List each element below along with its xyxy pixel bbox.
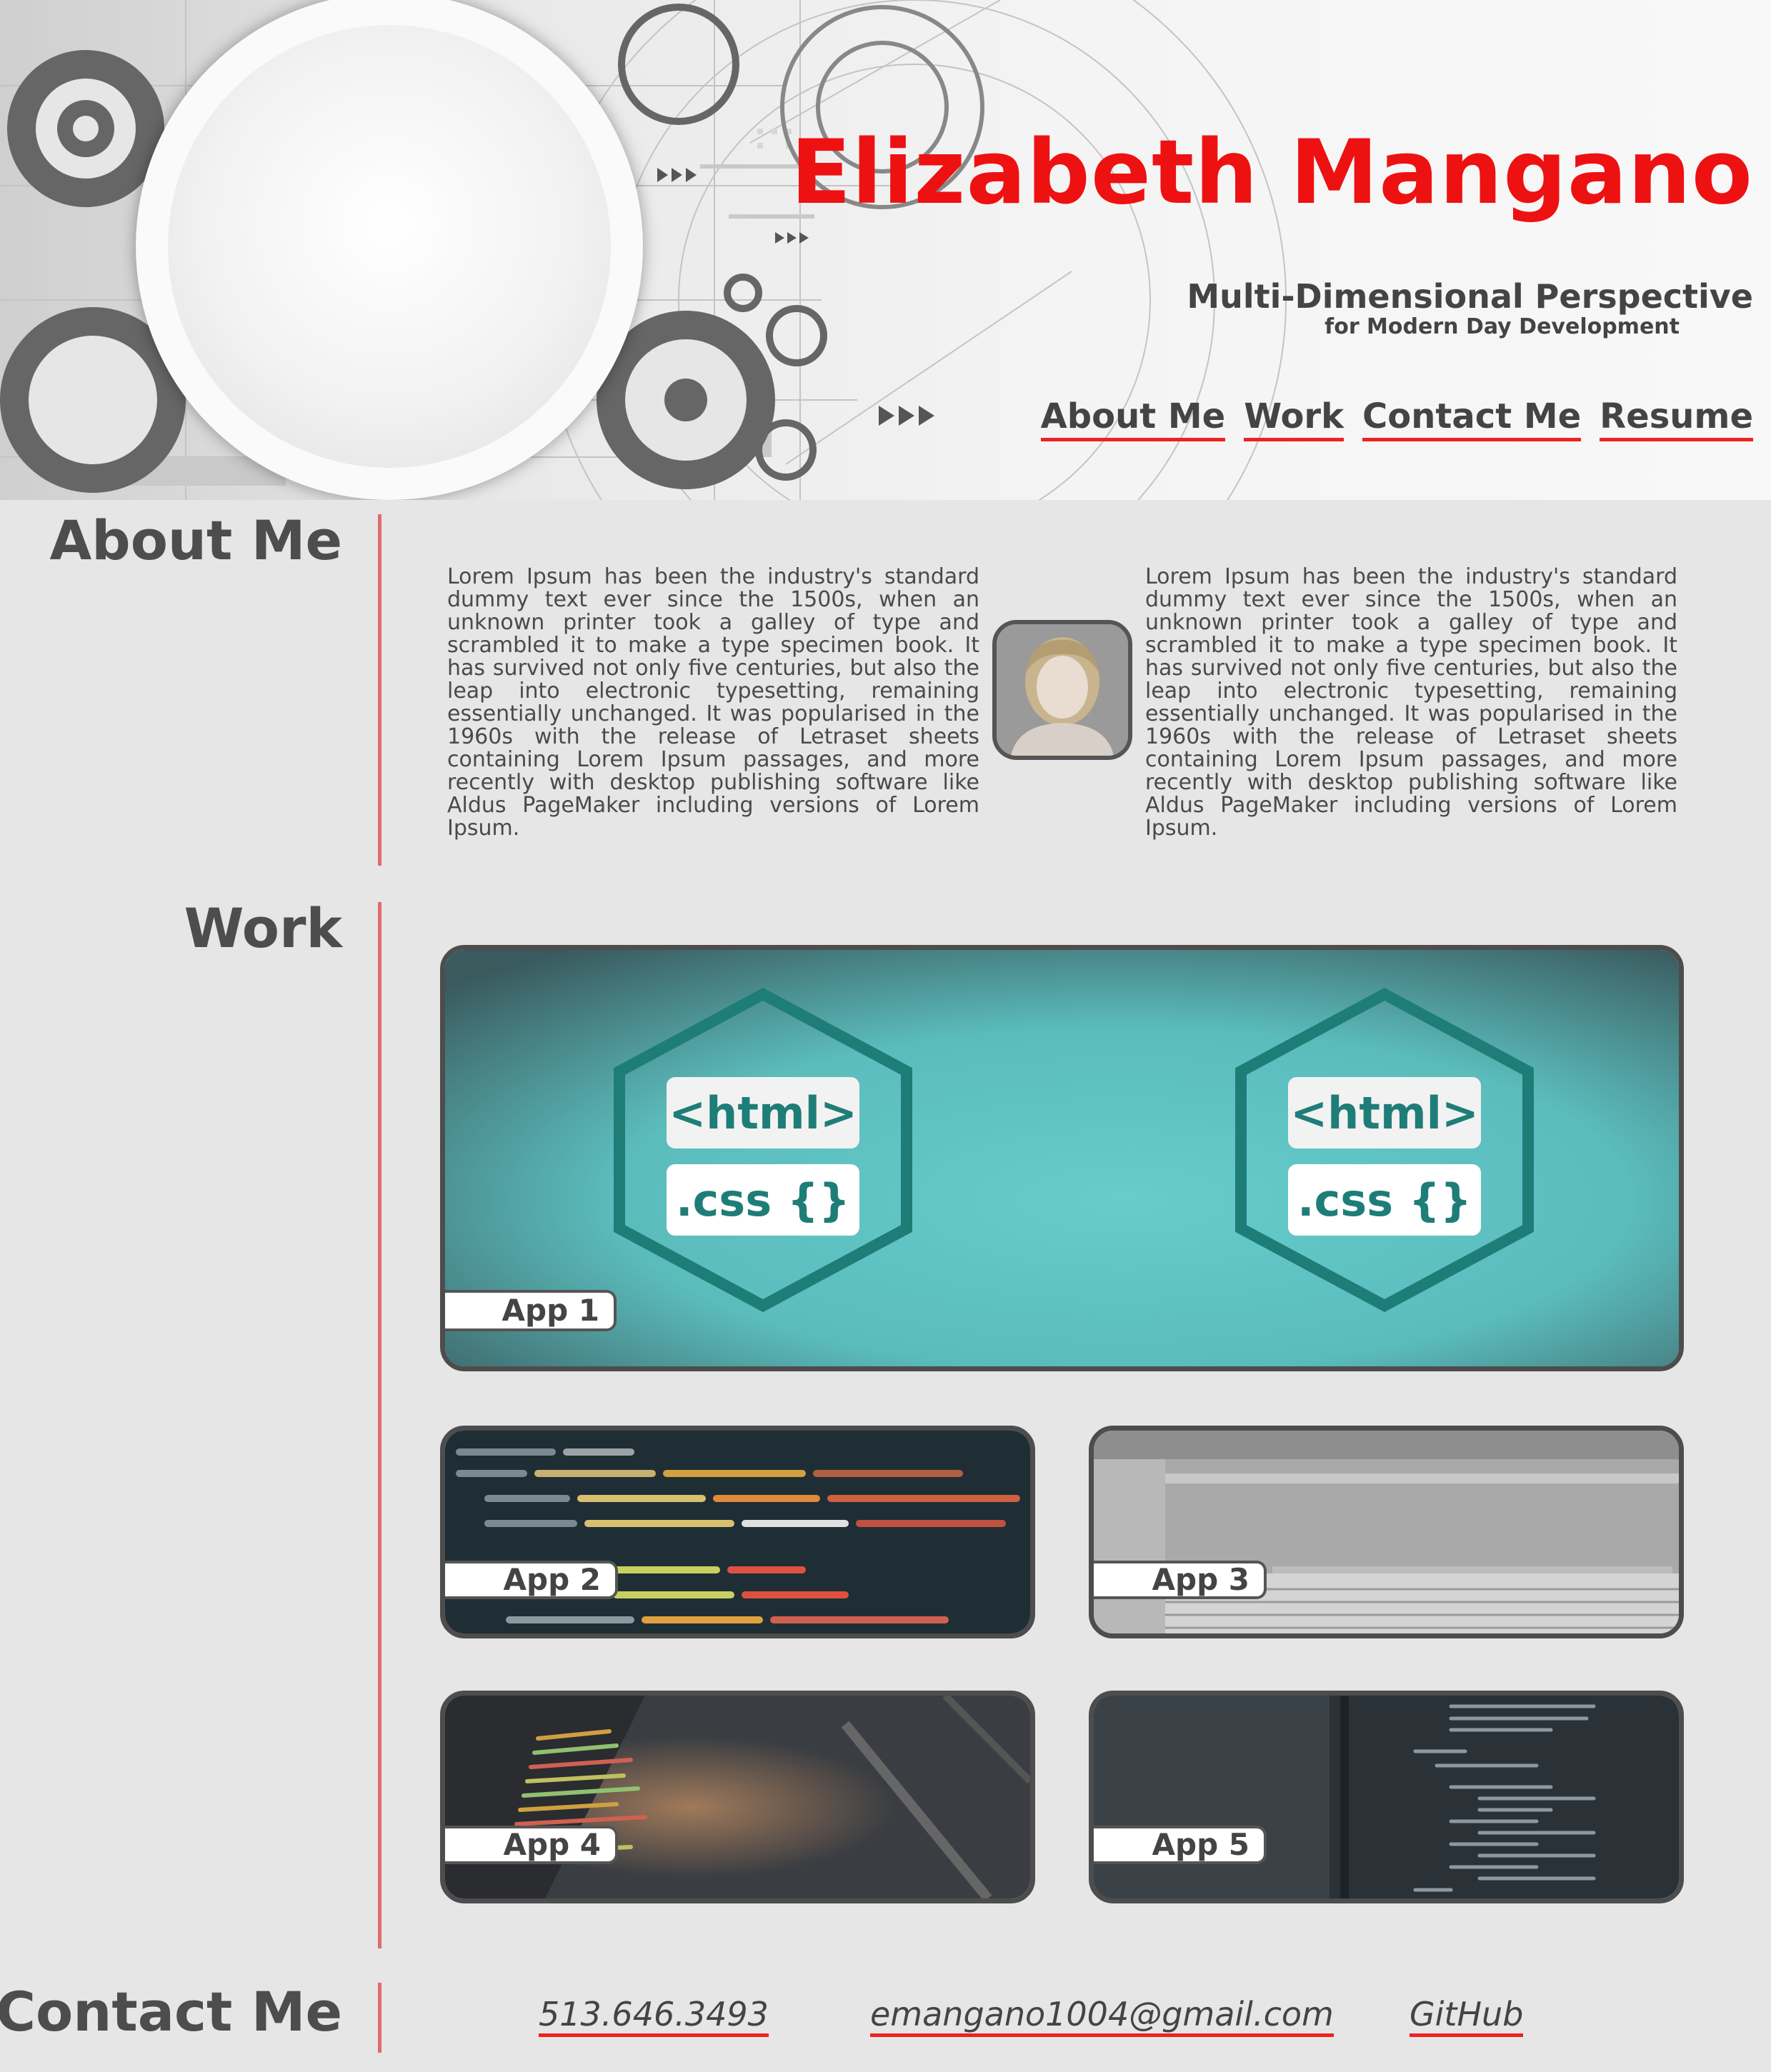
- contact-divider: [378, 1983, 381, 2053]
- app-1-thumbnail: <html> .css {} <html> .css {}: [445, 950, 1679, 1366]
- work-heading: Work: [184, 896, 342, 960]
- app-1-html-badge-left: <html>: [669, 1087, 857, 1139]
- nav-about-me[interactable]: About Me: [1040, 396, 1226, 441]
- about-heading: About Me: [49, 509, 342, 572]
- main-nav: About Me Work Contact Me Resume: [1040, 396, 1753, 441]
- site-title: Elizabeth Mangano: [790, 121, 1753, 224]
- about-paragraph-left: Lorem Ipsum has been the industry's stan…: [447, 564, 979, 841]
- app-3-thumbnail: [1094, 1431, 1679, 1633]
- github-link[interactable]: GitHub: [1410, 1995, 1524, 2037]
- about-divider: [378, 514, 381, 866]
- nav-resume[interactable]: Resume: [1600, 396, 1753, 441]
- contact-heading: Contact Me: [0, 1980, 342, 2043]
- app-3-card[interactable]: App 3: [1089, 1426, 1684, 1638]
- app-1-css-badge-left: .css {}: [676, 1174, 850, 1226]
- app-1-label: App 1: [445, 1290, 617, 1331]
- app-4-label: App 4: [445, 1826, 618, 1864]
- about-paragraph-right: Lorem Ipsum has been the industry's stan…: [1145, 564, 1677, 841]
- hero-circle-frame: [136, 0, 643, 500]
- profile-photo: [992, 620, 1132, 760]
- app-4-thumbnail: [445, 1696, 1030, 1898]
- work-divider: [378, 902, 381, 1948]
- app-4-card[interactable]: App 4: [440, 1691, 1035, 1903]
- app-2-thumbnail: [445, 1431, 1030, 1633]
- app-5-card[interactable]: App 5: [1089, 1691, 1684, 1903]
- nav-work[interactable]: Work: [1244, 396, 1345, 441]
- email-link[interactable]: emangano1004@gmail.com: [870, 1995, 1334, 2037]
- site-header: Elizabeth Mangano Multi-Dimensional Pers…: [0, 0, 1771, 500]
- tagline: Multi-Dimensional Perspective: [1187, 277, 1753, 316]
- app-5-thumbnail: [1094, 1696, 1679, 1898]
- phone-link[interactable]: 513.646.3493: [539, 1995, 769, 2037]
- app-1-card[interactable]: <html> .css {} <html> .css {} App 1: [440, 945, 1684, 1371]
- app-2-label: App 2: [445, 1561, 618, 1599]
- tagline-sub: for Modern Day Development: [1324, 314, 1680, 339]
- app-2-card[interactable]: App 2: [440, 1426, 1035, 1638]
- app-1-html-badge-right: <html>: [1290, 1087, 1479, 1139]
- app-1-css-badge-right: .css {}: [1297, 1174, 1472, 1226]
- nav-contact-me[interactable]: Contact Me: [1362, 396, 1582, 441]
- app-5-label: App 5: [1094, 1826, 1267, 1864]
- app-3-label: App 3: [1094, 1561, 1267, 1599]
